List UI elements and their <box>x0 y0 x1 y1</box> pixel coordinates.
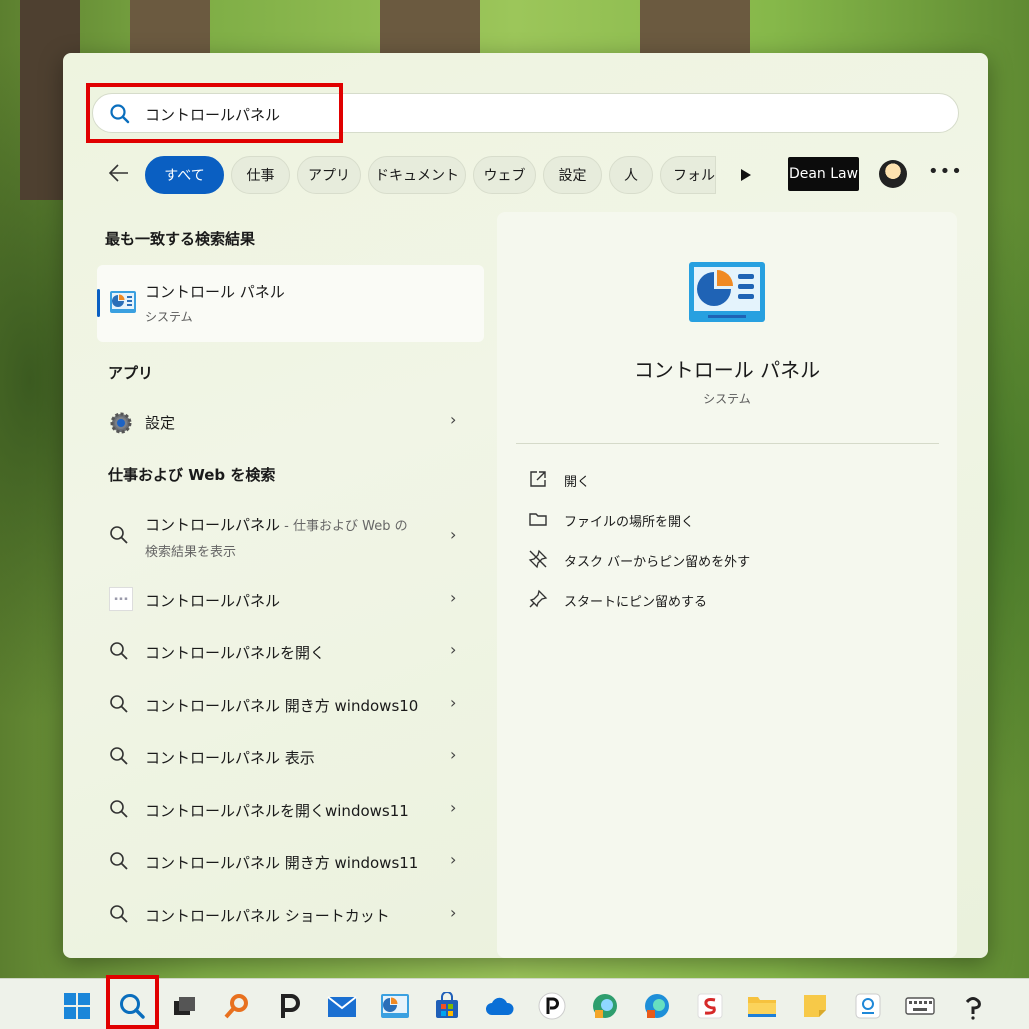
web-result-item[interactable]: コントロールパネル - 仕事および Web の検索結果を表示 › <box>97 507 484 565</box>
account-badge[interactable]: Dean Law <box>788 157 859 191</box>
web-result-label: コントロールパネル 表示 <box>145 749 315 767</box>
magnifier-app-icon[interactable] <box>222 991 252 1021</box>
web-result-label: コントロールパネルを開くwindows11 <box>145 802 409 820</box>
action-pin-start[interactable]: スタートにピン留めする <box>528 585 928 615</box>
web-result-item[interactable]: コントロールパネルを開くwindows11 › <box>97 786 484 832</box>
control-panel-icon <box>109 290 137 318</box>
filter-chip-apps[interactable]: アプリ <box>297 156 361 194</box>
filter-chip-documents[interactable]: ドキュメント <box>368 156 466 194</box>
apps-heading: アプリ <box>108 364 154 382</box>
list-item-label: 設定 <box>145 414 176 432</box>
chevron-right-icon: › <box>450 850 457 869</box>
back-arrow-icon[interactable] <box>108 163 130 187</box>
folder-icon <box>528 509 548 533</box>
list-item-settings[interactable]: 設定 › <box>97 398 484 444</box>
mail-icon[interactable] <box>327 991 357 1021</box>
search-icon <box>109 904 129 928</box>
action-label: スタートにピン留めする <box>564 595 708 610</box>
search-icon <box>109 641 129 665</box>
edge-dev-icon[interactable] <box>642 991 672 1021</box>
onedrive-icon[interactable] <box>485 991 515 1021</box>
web-result-item[interactable]: コントロールパネル 開き方 windows10 › <box>97 681 484 727</box>
web-result-item[interactable]: コントロールパネルを開く › <box>97 628 484 674</box>
photos-icon[interactable] <box>853 991 883 1021</box>
background-trunk <box>380 0 480 60</box>
filter-chip-folders[interactable]: フォルダ <box>660 156 716 194</box>
store-icon[interactable] <box>432 991 462 1021</box>
avatar[interactable] <box>879 160 907 188</box>
taskbar-search-highlight <box>106 975 159 1029</box>
action-open-file-location[interactable]: ファイルの場所を開く <box>528 505 928 535</box>
web-result-label: コントロールパネル 開き方 windows10 <box>145 697 419 715</box>
web-result-label: コントロールパネル 開き方 windows11 <box>145 854 419 872</box>
background-trunk <box>640 0 750 60</box>
control-panel-icon[interactable] <box>380 991 410 1021</box>
web-result-label: コントロールパネルを開く <box>145 644 326 662</box>
action-label: 開く <box>564 475 591 490</box>
task-view-icon[interactable] <box>170 991 200 1021</box>
scroll-right-icon[interactable] <box>740 167 752 186</box>
edge-canary-icon[interactable] <box>590 991 620 1021</box>
search-box-highlight <box>86 83 343 143</box>
chevron-right-icon: › <box>450 903 457 922</box>
best-match-item[interactable]: コントロール パネル システム <box>97 265 484 342</box>
divider <box>516 443 939 444</box>
keyboard-icon[interactable] <box>905 991 935 1021</box>
filter-chip-all[interactable]: すべて <box>145 156 224 194</box>
search-icon <box>109 746 129 770</box>
chevron-right-icon: › <box>450 693 457 712</box>
chevron-right-icon: › <box>450 410 457 429</box>
filter-chip-settings[interactable]: 設定 <box>543 156 602 194</box>
web-result-main: コントロールパネル <box>145 516 281 534</box>
more-options-icon[interactable]: ••• <box>928 161 963 182</box>
filter-bar: すべて 仕事 アプリ ドキュメント ウェブ 設定 人 フォルダ Dean Law… <box>100 155 970 195</box>
chevron-right-icon: › <box>450 640 457 659</box>
web-result-item[interactable]: コントロールパネル 表示 › <box>97 733 484 779</box>
file-explorer-icon[interactable] <box>747 991 777 1021</box>
control-panel-large-icon <box>688 261 766 327</box>
thumbnail: ▪ ▪ ▪ <box>109 587 133 611</box>
gear-icon <box>109 411 133 439</box>
s-app-icon[interactable] <box>695 991 725 1021</box>
p-circle-app-icon[interactable] <box>537 991 567 1021</box>
sticky-notes-icon[interactable] <box>800 991 830 1021</box>
search-icon <box>109 694 129 718</box>
action-unpin-taskbar[interactable]: タスク バーからピン留めを外す <box>528 545 928 575</box>
web-result-item[interactable]: ▪ ▪ ▪ コントロールパネル › <box>97 576 484 622</box>
selection-indicator <box>97 289 100 317</box>
chevron-right-icon: › <box>450 798 457 817</box>
pin-icon <box>528 589 548 613</box>
filter-chip-work[interactable]: 仕事 <box>231 156 290 194</box>
search-icon <box>109 799 129 823</box>
web-search-heading: 仕事および Web を検索 <box>108 466 276 484</box>
chevron-right-icon: › <box>450 745 457 764</box>
windows-start-icon[interactable] <box>62 991 92 1021</box>
chevron-right-icon: › <box>450 588 457 607</box>
web-result-item[interactable]: コントロールパネル ショートカット › <box>97 891 484 937</box>
chevron-right-icon: › <box>450 525 457 544</box>
p-app-icon[interactable] <box>275 991 305 1021</box>
search-icon <box>109 525 129 549</box>
best-match-subtitle: システム <box>145 310 193 324</box>
background-trunk <box>130 0 210 60</box>
search-icon <box>109 851 129 875</box>
action-label: ファイルの場所を開く <box>564 515 695 530</box>
detail-title: コントロール パネル <box>633 358 821 382</box>
web-result-label: コントロールパネル ショートカット <box>145 907 390 925</box>
action-label: タスク バーからピン留めを外す <box>564 555 751 570</box>
clip-studio-icon[interactable] <box>958 991 988 1021</box>
unpin-icon <box>528 549 548 573</box>
detail-pane: コントロール パネル システム 開く ファイルの場所を開く タスク バーからピン… <box>497 212 957 958</box>
web-result-item[interactable]: コントロールパネル 開き方 windows11 › <box>97 838 484 884</box>
filter-chip-web[interactable]: ウェブ <box>473 156 536 194</box>
filter-chip-people[interactable]: 人 <box>609 156 653 194</box>
web-result-label: コントロールパネル <box>145 592 281 610</box>
best-match-title: コントロール パネル <box>145 283 285 301</box>
best-match-heading: 最も一致する検索結果 <box>105 230 256 248</box>
open-external-icon <box>528 469 548 493</box>
web-result-label: コントロールパネル - 仕事および Web の検索結果を表示 <box>145 513 415 565</box>
detail-category: システム <box>703 392 751 406</box>
webpage-thumbnail-icon: ▪ ▪ ▪ <box>109 587 133 611</box>
action-open[interactable]: 開く <box>528 465 928 495</box>
